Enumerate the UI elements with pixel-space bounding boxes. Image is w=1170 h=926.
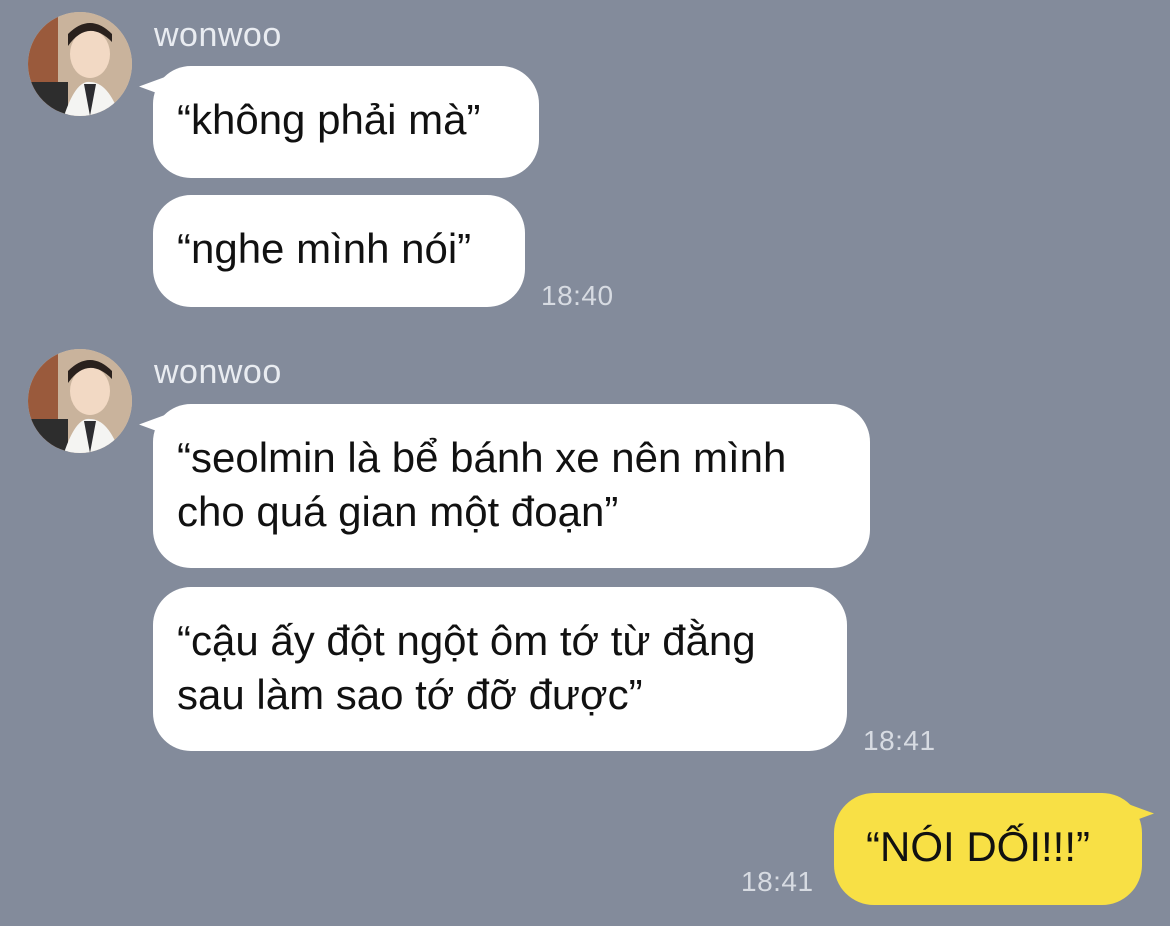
sender-avatar[interactable] (28, 349, 132, 453)
message-bubble[interactable]: “seolmin là bể bánh xe nên mình cho quá … (153, 404, 870, 568)
message-bubble[interactable]: “không phải mà” (153, 66, 539, 178)
message-timestamp: 18:41 (863, 725, 936, 756)
sender-name: wonwoo (154, 353, 282, 391)
avatar-photo-icon (28, 349, 132, 453)
message-bubble[interactable]: “cậu ấy đột ngột ôm tớ từ đằng sau làm s… (153, 587, 847, 751)
sender-name: wonwoo (154, 16, 282, 54)
sender-avatar[interactable] (28, 12, 132, 116)
avatar-photo-icon (28, 12, 132, 116)
message-timestamp: 18:41 (741, 866, 814, 897)
outgoing-message-bubble[interactable]: “NÓI DỐI!!!” (834, 793, 1142, 905)
message-timestamp: 18:40 (541, 280, 614, 311)
message-bubble[interactable]: “nghe mình nói” (153, 195, 525, 307)
